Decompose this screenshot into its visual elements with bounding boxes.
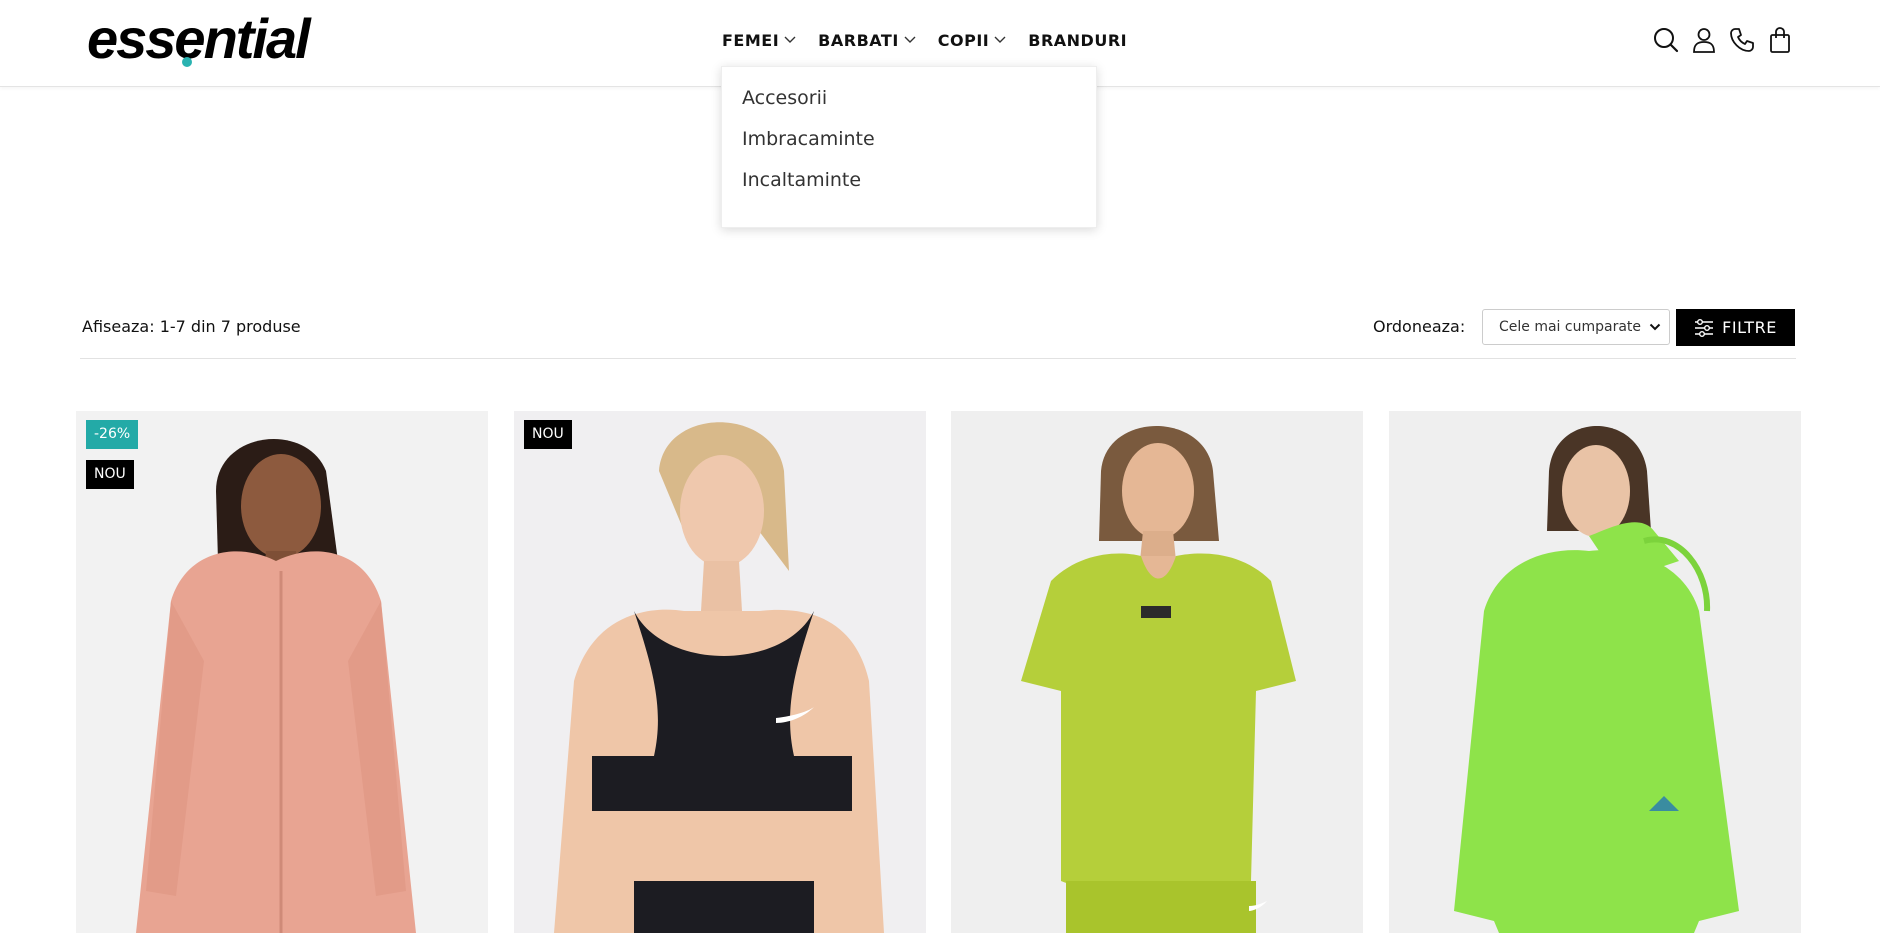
phone-icon[interactable] xyxy=(1729,26,1755,54)
dropdown-item-accesorii[interactable]: Accesorii xyxy=(742,87,827,109)
user-icon[interactable] xyxy=(1691,26,1717,54)
product-image-black-sports-bra xyxy=(514,411,926,933)
nav-item-copii[interactable]: COPII xyxy=(938,27,1006,53)
header-icons xyxy=(1653,26,1793,54)
sort-label: Ordoneaza: xyxy=(1373,317,1466,336)
new-badge: NOU xyxy=(524,420,572,449)
sliders-icon xyxy=(1695,318,1714,337)
sort-select[interactable]: Cele mai cumparate xyxy=(1482,309,1670,345)
product-card[interactable]: NOU xyxy=(514,411,926,933)
femei-dropdown-menu: Accesorii Imbracaminte Incaltaminte xyxy=(721,66,1097,228)
discount-badge: -26% xyxy=(86,420,139,449)
nav-label-femei: FEMEI xyxy=(722,30,780,50)
product-count: Afiseaza: 1-7 din 7 produse xyxy=(82,317,301,336)
logo-dot xyxy=(182,57,192,67)
logo[interactable]: essential xyxy=(87,4,311,74)
dropdown-item-imbracaminte[interactable]: Imbracaminte xyxy=(742,128,875,150)
product-image-pink-jacket xyxy=(76,411,488,933)
filter-label: FILTRE xyxy=(1722,318,1777,337)
cart-icon[interactable] xyxy=(1767,26,1793,54)
sort-value: Cele mai cumparate xyxy=(1499,319,1642,335)
nav-item-femei[interactable]: FEMEI xyxy=(722,27,796,53)
new-badge: NOU xyxy=(86,460,134,489)
product-image-lime-tshirt xyxy=(951,411,1363,933)
chevron-down-icon xyxy=(904,36,916,43)
dropdown-item-incaltaminte[interactable]: Incaltaminte xyxy=(742,169,861,191)
filter-button[interactable]: FILTRE xyxy=(1676,309,1795,346)
chevron-down-icon xyxy=(784,36,796,43)
nav-label-copii: COPII xyxy=(937,30,990,50)
nav-label-barbati: BARBATI xyxy=(818,30,899,50)
search-icon[interactable] xyxy=(1653,26,1679,54)
product-card[interactable]: -26% NOU xyxy=(76,411,488,933)
chevron-down-icon xyxy=(994,36,1006,43)
toolbar-divider xyxy=(80,358,1796,359)
product-image-green-hooded-jacket xyxy=(1389,411,1801,933)
chevron-down-icon xyxy=(1649,323,1661,331)
nav-item-branduri[interactable]: BRANDURI xyxy=(1028,27,1127,53)
product-card[interactable] xyxy=(951,411,1363,933)
nav-item-barbati[interactable]: BARBATI xyxy=(818,27,916,53)
product-card[interactable] xyxy=(1389,411,1801,933)
nav-label-branduri: BRANDURI xyxy=(1028,30,1128,50)
main-nav: FEMEI BARBATI COPII BRANDURI xyxy=(722,27,1149,53)
